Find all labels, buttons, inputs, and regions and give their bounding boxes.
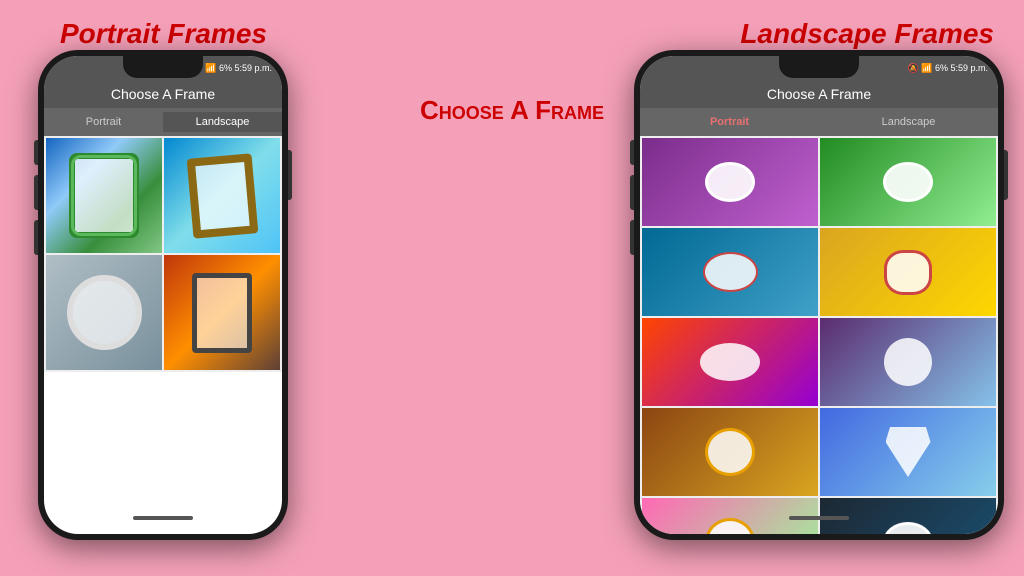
shield-frame: [886, 427, 931, 477]
oval-white-frame-2: [883, 162, 933, 202]
ls-app-header: Choose A Frame: [640, 80, 998, 108]
speech-frame: [700, 343, 760, 381]
ls-frame-item-7[interactable]: [642, 408, 818, 496]
notch: [123, 56, 203, 78]
ls-frame-item-6[interactable]: [820, 318, 996, 406]
bubble-frame: [703, 252, 758, 292]
frame-item-3[interactable]: [46, 255, 162, 370]
ls-landscape-tab[interactable]: Landscape: [819, 112, 998, 132]
circle-ls-frame: [884, 338, 932, 386]
dark-portrait-frame: [192, 273, 252, 353]
bamboo-frame: [186, 153, 258, 238]
green-ornate-frame: [69, 153, 139, 238]
landscape-frames-label: Landscape Frames: [740, 18, 994, 50]
tab-bar[interactable]: Portrait Landscape: [44, 108, 282, 136]
ls-frames-grid: [640, 136, 998, 534]
portrait-phone-screen: 🔕 📶 6% 5:59 p.m. Choose A Frame Portrait…: [44, 56, 282, 534]
portrait-tab[interactable]: Portrait: [44, 112, 163, 132]
frame-item-4[interactable]: [164, 255, 280, 370]
landscape-phone: 🔕 📶 6% 5:59 p.m. Choose A Frame Portrait…: [634, 50, 1004, 540]
app-header: Choose A Frame: [44, 80, 282, 108]
ls-tab-bar[interactable]: Portrait Landscape: [640, 108, 998, 136]
ls-frame-item-8[interactable]: [820, 408, 996, 496]
bottom-bar: [133, 516, 193, 520]
ls-frame-item-1[interactable]: [642, 138, 818, 226]
landscape-tab[interactable]: Landscape: [163, 112, 282, 132]
ls-frame-item-5[interactable]: [642, 318, 818, 406]
circle-frame: [67, 275, 142, 350]
ls-bottom-bar: [789, 516, 849, 520]
frame-item-2[interactable]: [164, 138, 280, 253]
ls-frame-item-3[interactable]: [642, 228, 818, 316]
portrait-phone: 🔕 📶 6% 5:59 p.m. Choose A Frame Portrait…: [38, 50, 288, 540]
landscape-phone-screen: 🔕 📶 6% 5:59 p.m. Choose A Frame Portrait…: [640, 56, 998, 534]
oval-white-frame-3: [883, 522, 933, 534]
frames-grid: [44, 136, 282, 372]
frame-item-1[interactable]: [46, 138, 162, 253]
ls-frame-item-4[interactable]: [820, 228, 996, 316]
flower-outline-frame: [884, 250, 932, 295]
daisy-frame-2: [705, 518, 755, 534]
notch-ls: [779, 56, 859, 78]
ls-portrait-tab[interactable]: Portrait: [640, 112, 819, 132]
portrait-frames-label: Portrait Frames: [60, 18, 267, 50]
daisy-frame: [705, 428, 755, 476]
ls-frame-item-2[interactable]: [820, 138, 996, 226]
status-text: 🔕 📶 6% 5:59 p.m.: [192, 63, 272, 74]
oval-white-frame: [705, 162, 755, 202]
ls-status-text: 🔕 📶 6% 5:59 p.m.: [908, 63, 988, 74]
center-title: Choose A Frame: [420, 95, 604, 126]
